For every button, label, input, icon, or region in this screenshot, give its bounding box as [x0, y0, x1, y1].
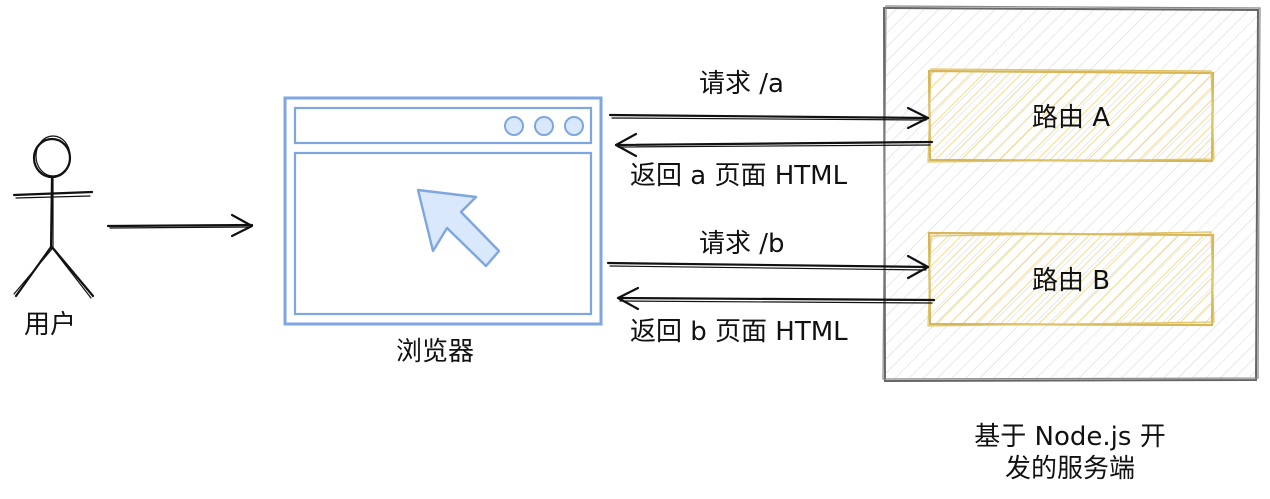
server-label-line1: 基于 Node.js 开: [974, 422, 1166, 452]
stick-figure-icon: [12, 135, 95, 299]
response-a-label: 返回 a 页面 HTML: [630, 161, 848, 191]
arrow-user-to-browser: [106, 213, 254, 238]
server-label-line2: 发的服务端: [1004, 454, 1135, 484]
response-b-label: 返回 b 页面 HTML: [630, 317, 848, 347]
arrow-request-a: [608, 106, 930, 130]
request-a-label: 请求 /a: [699, 69, 784, 99]
route-b-label: 路由 B: [1031, 266, 1111, 296]
request-b-label: 请求 /b: [699, 229, 785, 259]
route-a-label: 路由 A: [1031, 103, 1111, 133]
browser-label: 浏览器: [396, 337, 475, 367]
diagram-canvas: 用户 浏览器 请求 /a 返回 a 页面 HTML 请求 /b 返回 b 页面 …: [0, 0, 1270, 495]
user-label: 用户: [24, 310, 77, 340]
